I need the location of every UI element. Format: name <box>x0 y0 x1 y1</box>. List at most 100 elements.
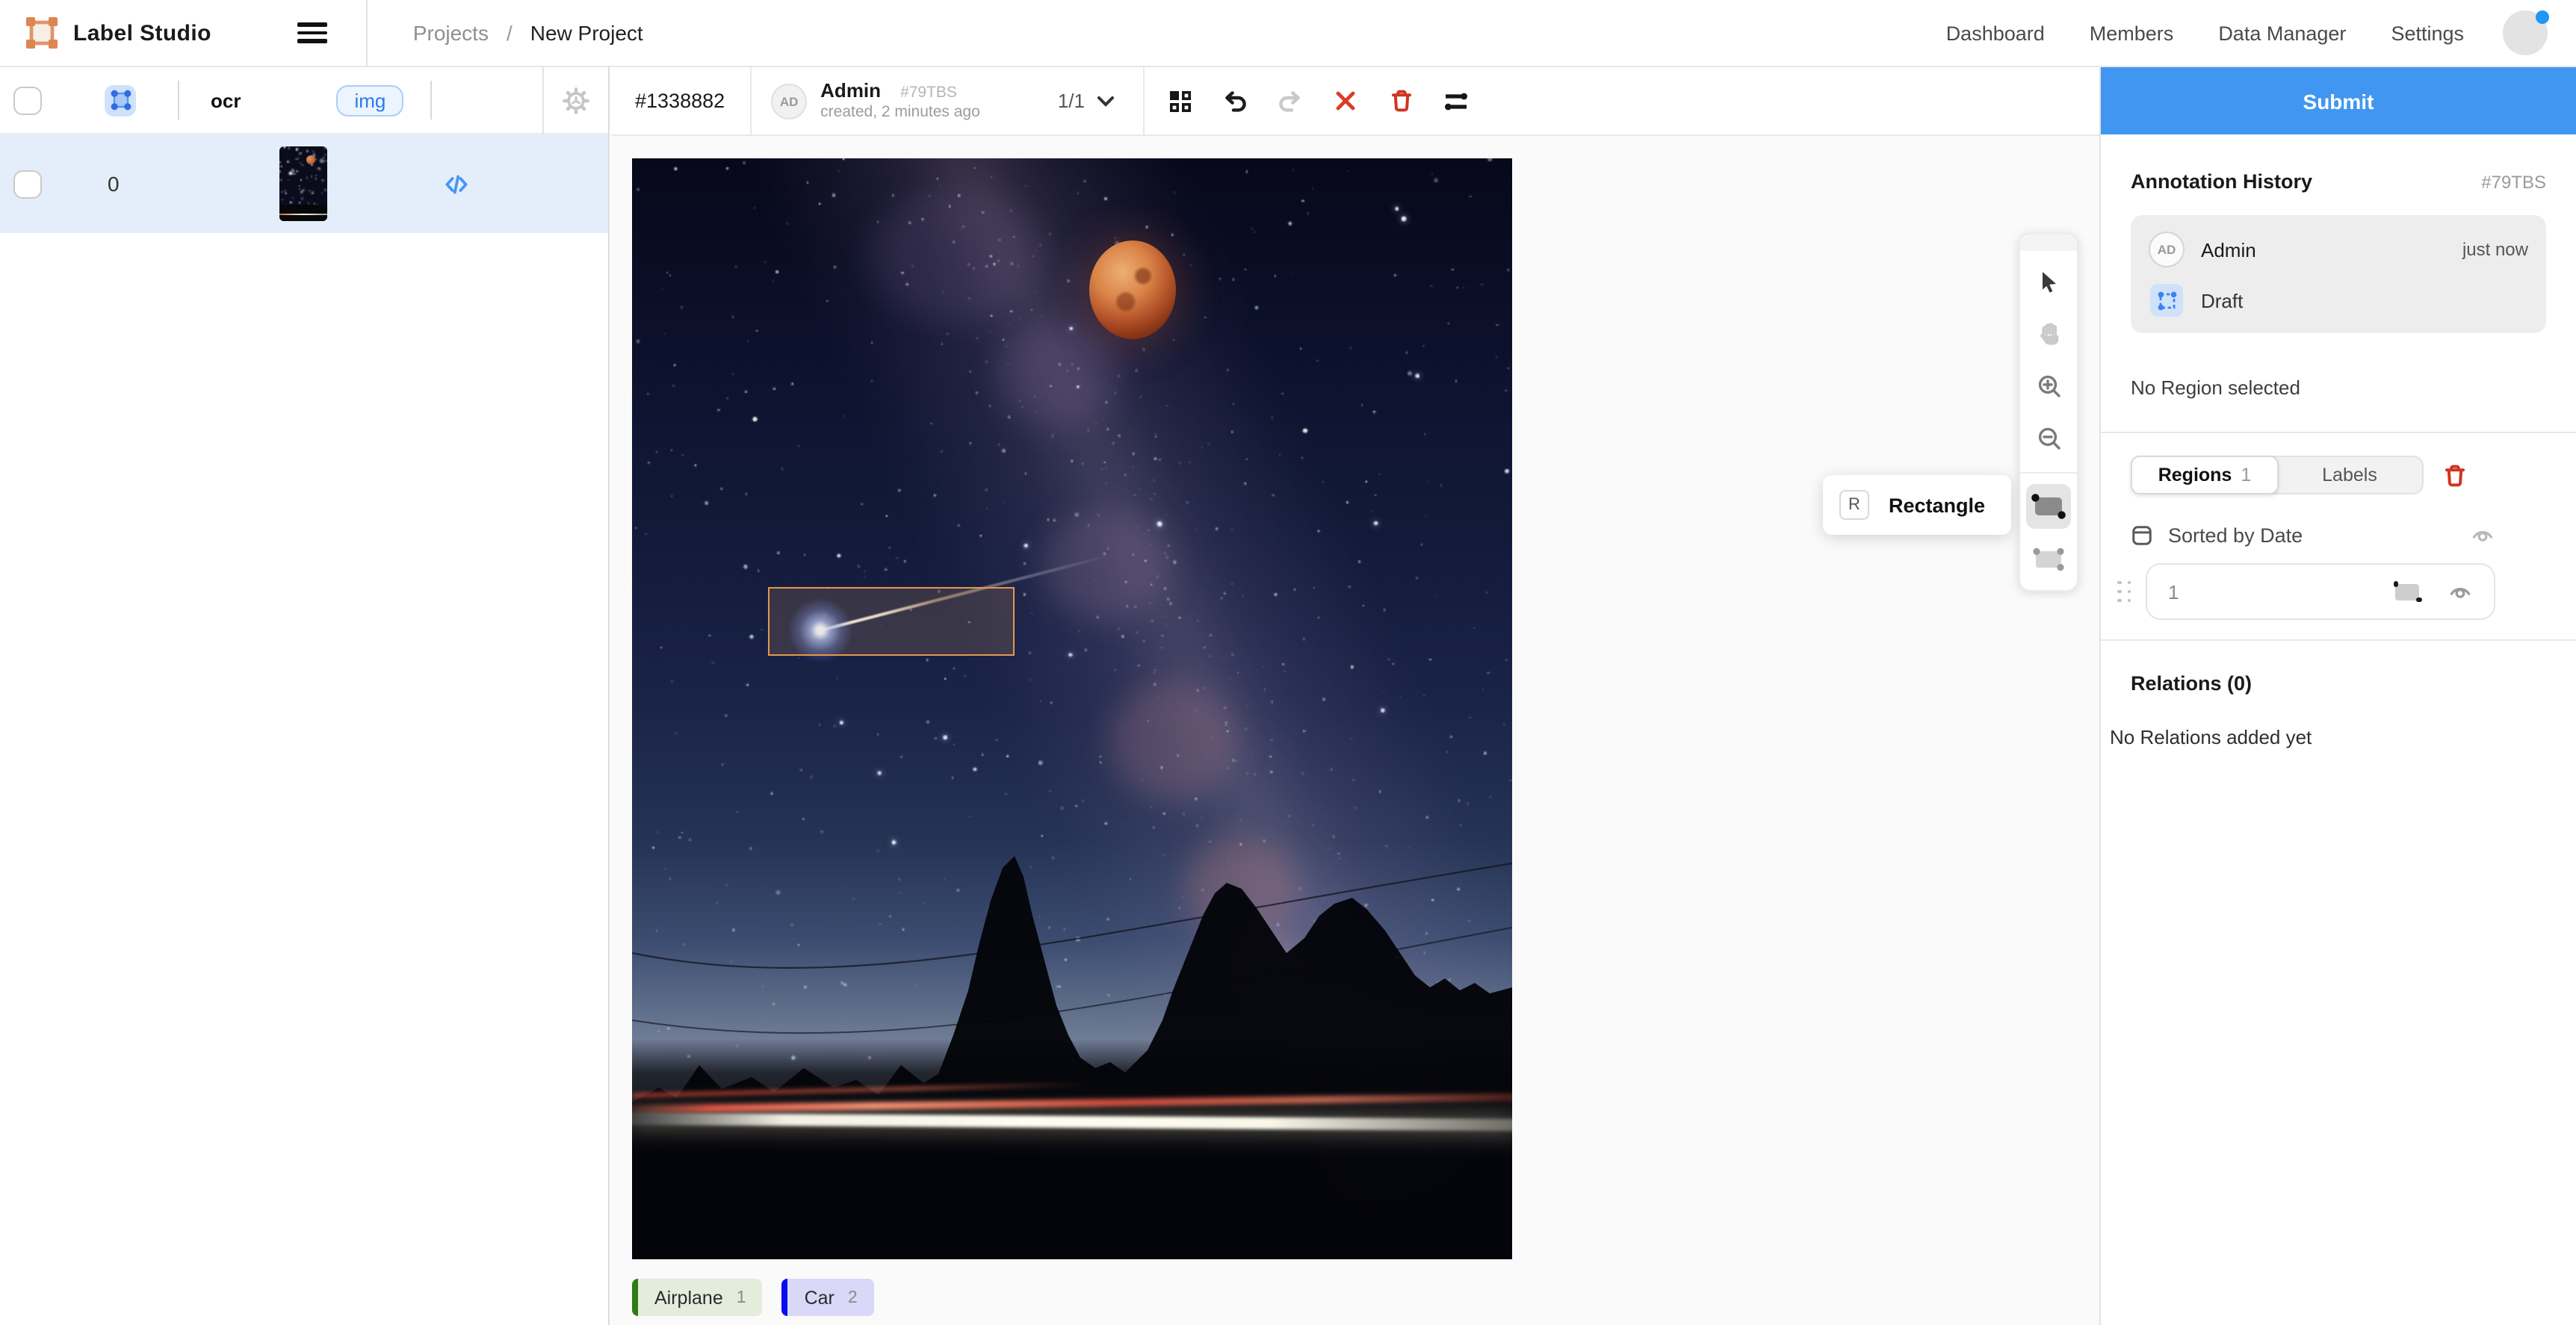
delete-regions-button[interactable] <box>2443 462 2467 488</box>
annotation-pager[interactable]: 1/1 <box>1058 90 1115 112</box>
label-studio-app: Label Studio Projects / New Project Dash… <box>0 0 2576 1325</box>
annotator-name: Admin <box>820 79 881 104</box>
header-divider <box>367 0 368 66</box>
zoom-out-tool[interactable] <box>2026 415 2071 460</box>
region-visibility-toggle[interactable] <box>2447 580 2473 603</box>
rectangle-tool-icon <box>2031 493 2066 520</box>
rectangle-tool[interactable] <box>2026 484 2071 529</box>
img-filter-chip[interactable]: img <box>336 84 403 116</box>
hotkey-badge: R <box>1839 490 1869 520</box>
undo-icon[interactable] <box>1222 87 1249 114</box>
trash-icon[interactable] <box>1388 87 1415 114</box>
tab-regions-label: Regions <box>2158 465 2232 485</box>
filter-divider <box>178 81 179 120</box>
top-header: Label Studio Projects / New Project Dash… <box>0 0 2576 67</box>
reject-icon[interactable] <box>1333 87 1360 114</box>
task-thumbnail[interactable] <box>279 146 327 221</box>
regions-labels-tabs: Regions 1 Labels <box>2131 456 2546 494</box>
toggle-all-visibility[interactable] <box>2470 523 2495 547</box>
task-checkbox[interactable] <box>13 170 42 198</box>
tool-divider <box>2019 472 2078 474</box>
user-avatar[interactable] <box>2503 10 2548 55</box>
image-tool-column <box>2019 233 2078 592</box>
region-icon <box>110 90 131 111</box>
annotator-info[interactable]: AD Admin #79TBS created, 2 minutes ago <box>771 79 980 123</box>
zoom-in-icon <box>2036 373 2061 398</box>
draft-icon <box>2150 284 2183 317</box>
annotation-created-time: created, 2 minutes ago <box>820 103 980 122</box>
right-panel: Submit Annotation History #79TBS AD Admi… <box>2099 67 2576 1325</box>
chevron-down-icon <box>1097 95 1115 107</box>
sort-group-icon <box>2131 524 2153 546</box>
annotation-history-badge: #79TBS <box>2481 172 2546 193</box>
annotation-image[interactable] <box>632 158 1512 1259</box>
tool-column-grip[interactable] <box>2020 235 2077 251</box>
annotation-toolbar: #1338882 AD Admin #79TBS created, 2 minu… <box>611 67 2099 136</box>
zoom-in-tool[interactable] <box>2026 363 2071 408</box>
history-user-row: AD Admin just now <box>2149 232 2528 267</box>
nav-dashboard[interactable]: Dashboard <box>1946 22 2045 44</box>
select-all-checkbox[interactable] <box>13 86 42 114</box>
redo-icon[interactable] <box>1278 87 1304 114</box>
toolbar-actions <box>1167 87 1470 114</box>
thumbnail-light-trail <box>279 213 327 215</box>
task-sidebar: ocr img 0 <box>0 67 610 1325</box>
rectangle-tooltip: R Rectangle <box>1823 475 2011 535</box>
sidebar-settings-button[interactable] <box>542 67 608 134</box>
region-list: 1 <box>2117 563 2495 620</box>
annotation-history-title: Annotation History <box>2131 170 2312 193</box>
code-icon[interactable] <box>444 171 469 196</box>
pointer-icon <box>2037 268 2061 294</box>
region-list-item[interactable]: 1 <box>2146 563 2495 620</box>
breadcrumb-projects[interactable]: Projects <box>413 21 489 45</box>
submit-button[interactable]: Submit <box>2101 67 2576 134</box>
label-car[interactable]: Car 2 <box>782 1279 874 1316</box>
breadcrumb: Projects / New Project <box>413 21 643 45</box>
history-avatar: AD <box>2149 232 2185 267</box>
pointer-tool[interactable] <box>2026 258 2071 303</box>
label-car-name: Car <box>805 1287 835 1308</box>
label-hotkey-bar: Airplane 1 Car 2 <box>632 1279 874 1316</box>
gear-icon <box>562 87 590 115</box>
breadcrumb-current: New Project <box>530 21 643 45</box>
filter-divider-2 <box>430 81 432 120</box>
rectangle-3point-tool[interactable] <box>2026 536 2071 581</box>
regions-filter-toggle[interactable] <box>105 84 136 116</box>
pager-value: 1/1 <box>1058 90 1085 112</box>
hamburger-menu-icon[interactable] <box>298 22 328 43</box>
toolbar-divider-2 <box>1143 66 1145 135</box>
label-airplane[interactable]: Airplane 1 <box>632 1279 763 1316</box>
relations-swap-icon[interactable] <box>1443 87 1470 114</box>
annotator-avatar: AD <box>771 83 807 119</box>
relations-title: Relations (0) <box>2131 672 2546 695</box>
grid-view-icon[interactable] <box>1167 87 1194 114</box>
tab-regions[interactable]: Regions 1 <box>2131 456 2279 494</box>
pan-tool[interactable] <box>2026 311 2071 356</box>
tab-labels[interactable]: Labels <box>2277 457 2422 493</box>
label-car-hotkey: 2 <box>848 1288 858 1306</box>
relations-empty-text: No Relations added yet <box>2110 726 2546 748</box>
task-list-item[interactable]: 0 <box>0 134 608 233</box>
tooltip-label: Rectangle <box>1889 494 1985 516</box>
sidebar-filter-bar: ocr img <box>0 67 608 134</box>
annotation-id-badge: #79TBS <box>900 84 957 103</box>
task-id: #1338882 <box>635 90 725 112</box>
eye-icon <box>2470 523 2495 547</box>
label-studio-logo-icon <box>25 16 58 49</box>
nav-data-manager[interactable]: Data Manager <box>2218 22 2346 44</box>
trash-icon <box>2443 462 2467 488</box>
rectangle-region-annotation[interactable] <box>768 587 1015 656</box>
label-airplane-name: Airplane <box>654 1287 723 1308</box>
eye-icon <box>2447 580 2473 603</box>
history-user-name: Admin <box>2201 238 2256 261</box>
hand-icon <box>2036 320 2061 346</box>
region-id: 1 <box>2168 580 2179 603</box>
notification-dot <box>2536 10 2549 24</box>
toolbar-divider <box>750 66 752 135</box>
sorted-by-row[interactable]: Sorted by Date <box>2131 523 2495 547</box>
drag-handle[interactable] <box>2117 581 2132 603</box>
nav-members[interactable]: Members <box>2090 22 2174 44</box>
nav-settings[interactable]: Settings <box>2391 22 2464 44</box>
annotation-history-card[interactable]: AD Admin just now Draft <box>2131 215 2546 333</box>
region-type-icon <box>2395 583 2419 600</box>
